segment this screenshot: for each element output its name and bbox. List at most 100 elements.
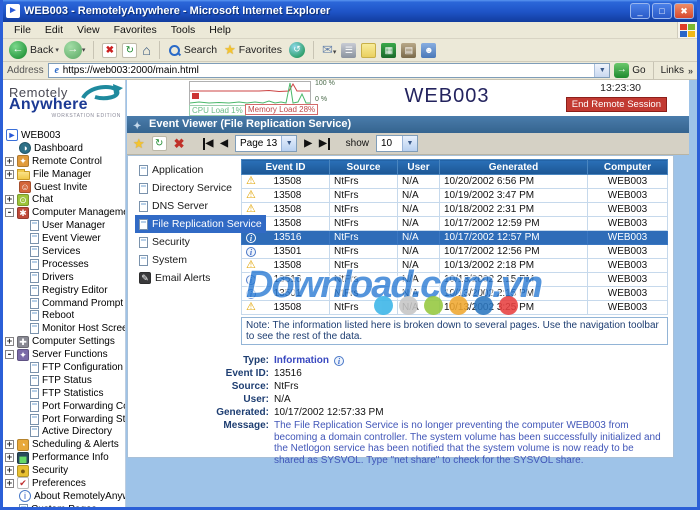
category-security[interactable]: Security — [135, 233, 194, 251]
first-page-button[interactable]: ◀ — [203, 138, 214, 150]
sidebar-item-custom-pages[interactable]: Custom Pages — [3, 503, 125, 507]
tree-expander-expand-icon[interactable]: + — [5, 195, 14, 204]
messenger-button[interactable]: ☻ — [421, 43, 436, 58]
menu-help[interactable]: Help — [202, 24, 238, 36]
menu-tools[interactable]: Tools — [164, 24, 203, 36]
menu-view[interactable]: View — [70, 24, 107, 36]
event-row-13501[interactable]: i13501NtFrsN/A10/17/2002 12:56 PMWEB003 — [242, 245, 668, 259]
next-page-button[interactable]: ▶ — [304, 138, 312, 150]
menu-file[interactable]: File — [7, 24, 38, 36]
page-icon — [30, 220, 39, 231]
sidebar-item-file-manager[interactable]: +File Manager — [3, 168, 125, 181]
sidebar-item-remote-control[interactable]: +✦Remote Control — [3, 155, 125, 168]
category-directory-service[interactable]: Directory Service — [135, 179, 236, 197]
sidebar-item-services[interactable]: Services — [3, 245, 125, 258]
category-dns-server[interactable]: DNS Server — [135, 197, 212, 215]
address-dropdown-icon[interactable]: ▼ — [594, 64, 609, 77]
event-row-13516[interactable]: i13516NtFrsN/A10/17/2002 12:57 PMWEB003 — [242, 231, 668, 245]
favorite-star-icon[interactable]: ★ — [133, 136, 145, 152]
sidebar-item-guest-invite[interactable]: ☺Guest Invite — [3, 181, 125, 194]
reference-button[interactable]: ▤ — [401, 43, 416, 58]
favorites-button[interactable]: ★ Favorites — [224, 42, 284, 58]
sidebar-item-drivers[interactable]: Drivers — [3, 271, 125, 284]
sidebar-item-monitor-host-screen[interactable]: Monitor Host Screen — [3, 322, 125, 335]
sidebar-item-port-forwarding-config[interactable]: Port Forwarding Config — [3, 400, 125, 413]
minimize-button[interactable]: _ — [630, 3, 650, 19]
tree-expander-expand-icon[interactable]: + — [5, 453, 14, 462]
tree-expander-expand-icon[interactable]: + — [5, 440, 14, 449]
event-row-13508[interactable]: ⚠13508NtFrsN/A10/17/2002 12:59 PMWEB003 — [242, 217, 668, 231]
back-button[interactable]: ← Back ▾ — [9, 41, 59, 59]
refresh-button[interactable]: ↻ — [122, 43, 137, 58]
sidebar-item-computer-settings[interactable]: +✚Computer Settings — [3, 335, 125, 348]
print-button[interactable]: ☰ — [341, 43, 356, 58]
column-header-computer[interactable]: Computer — [588, 160, 668, 175]
sidebar-item-active-directory[interactable]: Active Directory — [3, 425, 125, 438]
delete-icon[interactable]: ✖ — [174, 136, 185, 152]
category-system[interactable]: System — [135, 251, 191, 269]
sidebar-item-user-manager[interactable]: User Manager — [3, 219, 125, 232]
tree-expander-collapse-icon[interactable]: - — [5, 208, 14, 217]
back-dropdown-icon[interactable]: ▾ — [55, 46, 59, 54]
page-select[interactable]: Page 13 ▼ — [235, 135, 297, 152]
page-icon — [30, 310, 39, 321]
home-button[interactable]: ⌂ — [142, 43, 150, 58]
sidebar-item-scheduling-alerts[interactable]: +◔Scheduling & Alerts — [3, 438, 125, 451]
tree-expander-expand-icon[interactable]: + — [5, 337, 14, 346]
restore-button[interactable]: □ — [652, 3, 672, 19]
sidebar-item-ftp-status[interactable]: FTP Status — [3, 374, 125, 387]
page-icon — [30, 401, 39, 412]
tree-expander-collapse-icon[interactable]: - — [5, 350, 14, 359]
tree-expander-expand-icon[interactable]: + — [5, 466, 14, 475]
close-button[interactable]: ✖ — [674, 3, 694, 19]
sidebar-item-command-prompt[interactable]: Command Prompt — [3, 297, 125, 310]
edit-note-button[interactable] — [361, 43, 376, 58]
remotelyanywhere-pro-button[interactable]: ▦ — [381, 43, 396, 58]
sidebar-item-dashboard[interactable]: ◑Dashboard — [3, 142, 125, 155]
sidebar-item-event-viewer[interactable]: Event Viewer — [3, 232, 125, 245]
sidebar-item-web003[interactable]: ►WEB003 — [3, 129, 125, 142]
end-remote-session-button[interactable]: End Remote Session — [566, 97, 667, 112]
history-button[interactable]: ↺ — [289, 42, 305, 58]
mail-button[interactable]: ✉▾ — [322, 42, 336, 58]
tree-expander-expand-icon[interactable]: + — [5, 157, 14, 166]
tree-expander-expand-icon[interactable]: + — [5, 170, 14, 179]
sidebar-item-computer-management[interactable]: -✱Computer Management — [3, 206, 125, 219]
column-header-generated[interactable]: Generated — [440, 160, 588, 175]
category-application[interactable]: Application — [135, 161, 207, 179]
sidebar-item-chat[interactable]: +⊙Chat — [3, 193, 125, 206]
refresh-icon[interactable]: ↻ — [152, 136, 167, 151]
forward-button[interactable]: → ▾ — [64, 41, 86, 59]
tree-expander-expand-icon[interactable]: + — [5, 479, 14, 488]
last-page-button[interactable]: ▶ — [319, 138, 330, 150]
category-email-alerts[interactable]: ✎Email Alerts — [135, 269, 214, 287]
sidebar-item-port-forwarding-status[interactable]: Port Forwarding Status — [3, 413, 125, 426]
prev-page-button[interactable]: ◀ — [220, 138, 228, 150]
sidebar-item-processes[interactable]: Processes — [3, 258, 125, 271]
show-count-select[interactable]: 10 ▼ — [376, 135, 418, 152]
links-chevron-icon[interactable]: » — [688, 66, 693, 76]
sidebar-item-registry-editor[interactable]: Registry Editor — [3, 284, 125, 297]
sidebar-item-performance-info[interactable]: +▅Performance Info — [3, 451, 125, 464]
column-header-source[interactable]: Source — [330, 160, 398, 175]
event-row-13508[interactable]: ⚠13508NtFrsN/A10/18/2002 2:31 PMWEB003 — [242, 203, 668, 217]
sidebar-item-ftp-configuration[interactable]: FTP Configuration — [3, 361, 125, 374]
sidebar-item-server-functions[interactable]: -✦Server Functions — [3, 348, 125, 361]
menu-edit[interactable]: Edit — [38, 24, 70, 36]
column-header-user[interactable]: User — [398, 160, 440, 175]
sidebar-item-about-remotelyanywhere[interactable]: iAbout RemotelyAnywhere — [3, 490, 125, 503]
search-button[interactable]: Search — [168, 44, 219, 57]
address-input[interactable]: e https://web003:2000/main.html ▼ — [48, 63, 611, 78]
title-bar[interactable]: ► WEB003 - RemotelyAnywhere - Microsoft … — [3, 0, 697, 22]
event-row-13508[interactable]: ⚠13508NtFrsN/A10/20/2002 6:56 PMWEB003 — [242, 175, 668, 189]
go-button[interactable]: → Go — [614, 63, 645, 78]
links-label[interactable]: Links — [661, 65, 684, 76]
sidebar-item-ftp-statistics[interactable]: FTP Statistics — [3, 387, 125, 400]
category-file-replication-service[interactable]: File Replication Service — [135, 215, 266, 233]
sidebar-item-security[interactable]: +●Security — [3, 464, 125, 477]
sidebar-item-preferences[interactable]: +✔Preferences — [3, 477, 125, 490]
sidebar-item-reboot[interactable]: Reboot — [3, 309, 125, 322]
menu-favorites[interactable]: Favorites — [107, 24, 164, 36]
event-row-13508[interactable]: ⚠13508NtFrsN/A10/19/2002 3:47 PMWEB003 — [242, 189, 668, 203]
stop-button[interactable]: ✖ — [102, 43, 117, 58]
